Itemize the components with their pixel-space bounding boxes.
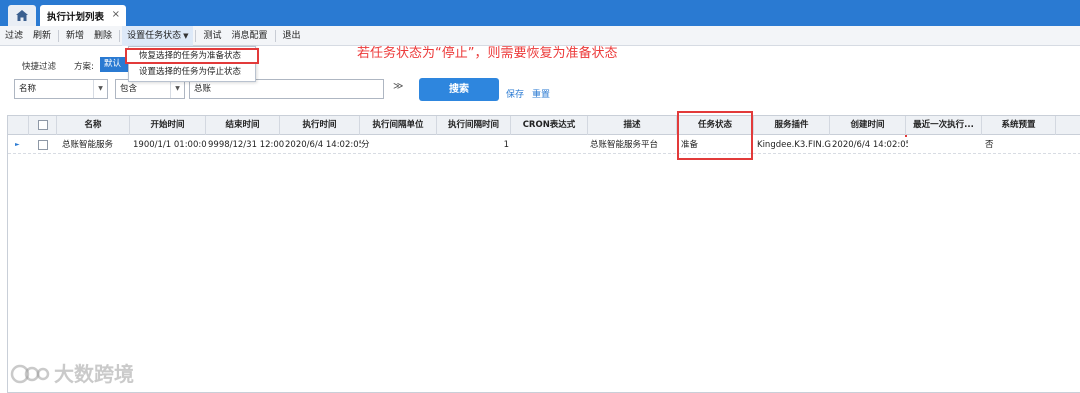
tab-execution-plan-list[interactable]: 执行计划列表 ×: [40, 5, 126, 26]
task-status-menu: 恢复选择的任务为准备状态 设置选择的任务为停止状态: [125, 46, 259, 82]
filter-field-select[interactable]: 名称 ▼: [14, 79, 108, 99]
column-header[interactable]: 执行间隔单位: [360, 116, 437, 135]
message-config-button[interactable]: 消息配置: [226, 26, 272, 46]
red-mark: [905, 135, 907, 137]
filter-value-text: 总账: [194, 84, 212, 94]
filter-value-input[interactable]: 总账: [189, 79, 384, 99]
column-header[interactable]: CRON表达式: [511, 116, 588, 135]
cell-service-plugin: Kingdee.K3.FIN.G: [757, 140, 831, 150]
task-grid: 名称 开始时间 结束时间 执行时间 执行间隔单位 执行间隔时间 CRON表达式 …: [7, 115, 1080, 393]
cell-name: 总账智能服务: [62, 140, 114, 150]
cell-end-time: 9998/12/31 12:00:: [208, 140, 284, 150]
watermark-logo: [10, 364, 50, 383]
cell-last-exec: [908, 136, 982, 154]
quick-filter-label[interactable]: 快捷过滤: [22, 60, 56, 72]
exit-button[interactable]: 退出: [278, 26, 306, 46]
column-header[interactable]: 名称: [57, 116, 130, 135]
table-row[interactable]: ► 总账智能服务 1900/1/1 01:00:00 9998/12/31 12…: [8, 136, 1080, 154]
row-checkbox[interactable]: [38, 140, 48, 150]
save-link[interactable]: 保存: [506, 87, 524, 100]
chevron-down-icon[interactable]: ▼: [170, 80, 184, 98]
set-task-status-button[interactable]: 设置任务状态 ▼: [122, 25, 194, 46]
chevron-down-icon: ▼: [183, 31, 189, 40]
expand-icon[interactable]: ≫: [393, 81, 403, 92]
add-button[interactable]: 新增: [61, 26, 89, 46]
column-header[interactable]: 服务插件: [754, 116, 830, 135]
menu-item-set-stopped[interactable]: 设置选择的任务为停止状态: [129, 64, 255, 80]
cell-description: 总账智能服务平台: [590, 140, 659, 150]
column-header[interactable]: 创建时间: [830, 116, 906, 135]
refresh-button[interactable]: 刷新: [28, 26, 56, 46]
annotation-text: 若任务状态为“停止”，则需要恢复为准备状态: [357, 46, 618, 61]
scheme-label: 方案:: [74, 62, 94, 72]
search-button[interactable]: 搜索: [419, 78, 499, 101]
column-header[interactable]: 系统预置: [982, 116, 1056, 135]
cell-interval-time: 1: [503, 140, 509, 150]
cell-interval-unit: 分: [361, 140, 370, 150]
toolbar-divider: [195, 29, 197, 42]
close-icon[interactable]: ×: [112, 9, 120, 20]
toolbar-divider: [58, 29, 60, 42]
scheme-selector[interactable]: 默认方案: [100, 57, 128, 72]
task-status-highlight: [677, 111, 753, 160]
select-all-header: [29, 116, 57, 135]
row-indicator-header: [8, 116, 29, 135]
column-header[interactable]: 最近一次执行...: [906, 116, 982, 135]
column-header[interactable]: 开始时间: [130, 116, 206, 135]
column-header[interactable]: 执行间隔时间: [437, 116, 511, 135]
tab-label: 执行计划列表: [47, 11, 105, 23]
chevron-down-icon[interactable]: ▼: [93, 80, 107, 98]
home-tab[interactable]: [8, 5, 36, 26]
watermark: 大数跨境: [10, 358, 134, 387]
cell-exec-time: 2020/6/4 14:02:05: [285, 140, 361, 150]
set-task-status-label: 设置任务状态: [127, 30, 182, 41]
toolbar-divider: [119, 29, 121, 42]
menu-item-restore-ready[interactable]: 恢复选择的任务为准备状态: [125, 48, 259, 64]
column-header[interactable]: 结束时间: [206, 116, 280, 135]
cell-system-preset: 否: [985, 140, 994, 150]
delete-button[interactable]: 删除: [89, 26, 117, 46]
tab-bar: 执行计划列表 ×: [0, 0, 1080, 26]
current-row-icon: ►: [15, 141, 20, 148]
filter-operator-select[interactable]: 包含 ▼: [115, 79, 185, 99]
reset-link[interactable]: 重置: [532, 87, 550, 100]
column-header[interactable]: 执行时间: [280, 116, 360, 135]
home-icon: [16, 10, 28, 21]
filter-operator-value: 包含: [120, 84, 138, 94]
column-header[interactable]: 描述: [588, 116, 677, 135]
watermark-text: 大数跨境: [54, 362, 134, 386]
select-all-checkbox[interactable]: [38, 120, 48, 130]
cell-created-time: 2020/6/4 14:02:05: [832, 140, 908, 150]
test-button[interactable]: 测试: [198, 26, 226, 46]
cell-start-time: 1900/1/1 01:00:00: [133, 140, 207, 150]
filter-button[interactable]: 过滤: [0, 26, 28, 46]
toolbar-divider: [274, 29, 276, 42]
filter-field-value: 名称: [19, 84, 37, 94]
grid-header: 名称 开始时间 结束时间 执行时间 执行间隔单位 执行间隔时间 CRON表达式 …: [8, 116, 1080, 135]
cell-cron: [511, 136, 588, 154]
